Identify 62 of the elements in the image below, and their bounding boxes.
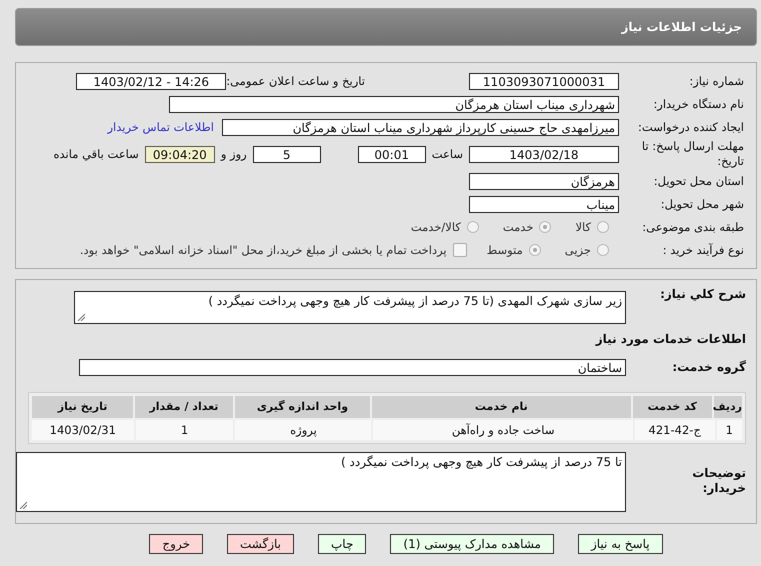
buyer-notes-field: تا 75 درصد از پیشرفت کار هیچ وجهی پرداخت نمیگردد ): [16, 452, 626, 512]
table-cell: 1: [716, 420, 742, 440]
field-label: شهر محل تحویل:: [660, 197, 745, 211]
province-field: هرمزگان: [469, 172, 619, 190]
time-label: ساعت: [432, 147, 463, 161]
resize-grip-icon[interactable]: [19, 501, 27, 509]
city-field: میناب: [469, 196, 619, 212]
table-cell: پروژه: [235, 420, 372, 440]
table-cell: ج-42-421: [634, 420, 715, 440]
radio-label: متوسط: [486, 243, 523, 257]
table-cell: 1: [136, 420, 234, 440]
action-button[interactable]: چاپ: [318, 534, 366, 554]
field-label: توضیحات خریدار:: [691, 466, 746, 496]
field-label: مهلت ارسال پاسخ: تا تاریخ:: [640, 139, 745, 169]
action-button[interactable]: خروج: [149, 534, 203, 554]
days-field: 5: [252, 146, 321, 162]
field-label: طبقه بندی موضوعی:: [641, 220, 745, 234]
radio-label: کالا/خدمت: [410, 220, 461, 234]
resize-grip-icon[interactable]: [77, 313, 85, 321]
creator-field: میرزامهدی حاج حسینی کارپرداز شهرداری میناب استان هرمزگان: [222, 118, 619, 136]
service-group-field: ساختمان: [79, 358, 626, 376]
radio-label: خدمت: [502, 220, 534, 234]
section-heading: اطلاعات خدمات مورد نیاز: [594, 332, 746, 346]
checkbox[interactable]: [452, 243, 467, 257]
field-label: گروه خدمت:: [671, 360, 746, 374]
radio-button[interactable]: [528, 244, 541, 256]
field-label: تاریخ و ساعت اعلان عمومی:: [226, 74, 365, 88]
column-header: ردیف: [714, 396, 742, 418]
field-label: ایجاد کننده درخواست:: [637, 120, 745, 134]
deadline-date-field: 1403/02/18: [469, 146, 619, 162]
contact-link[interactable]: اطلاعات تماس خریدار: [107, 120, 214, 134]
column-header: تاریخ نیاز: [32, 396, 134, 418]
page-title: جزئیات اطلاعات نیاز: [621, 20, 742, 34]
need-number-field: 1103093071000031: [469, 72, 619, 90]
field-label: نام دستگاه خریدار:: [652, 97, 745, 111]
action-button[interactable]: پاسخ به نیاز: [578, 534, 663, 554]
checkbox-label: پرداخت تمام یا بخشی از مبلغ خرید،از محل "اسناد خزانه اسلامی" خواهد بود.: [80, 243, 447, 257]
column-header: واحد اندازه گیری: [234, 396, 370, 418]
radio-button[interactable]: [539, 221, 552, 233]
action-button[interactable]: بازگشت: [227, 534, 294, 554]
column-header: تعداد / مقدار: [135, 396, 233, 418]
radio-button[interactable]: [466, 221, 479, 233]
column-header: نام خدمت: [372, 396, 631, 418]
column-header: کد خدمت: [632, 396, 712, 418]
table-cell: 1403/02/31: [32, 420, 134, 440]
radio-label: جزیی: [564, 243, 591, 257]
field-label: شرح کلي نیاز:: [659, 287, 746, 301]
days-label: روز و: [220, 147, 247, 161]
announce-date-field: 1403/02/12 - 14:26: [76, 72, 226, 90]
table-cell: ساخت جاده و راه‌آهن: [373, 420, 633, 440]
description-field: زیر سازی شهرک المهدی (تا 75 درصد از پیشرفت کار هیچ وجهی پرداخت نمیگردد ): [74, 291, 626, 324]
action-button[interactable]: مشاهده مدارک پیوستی (1): [390, 534, 554, 554]
deadline-time-field: 00:01: [358, 146, 426, 162]
radio-label: کالا: [575, 220, 591, 234]
radio-button[interactable]: [597, 221, 609, 233]
field-label: نوع فرآیند خرید :: [662, 243, 745, 257]
buyer-org-field: شهرداری میناب استان هرمزگان: [169, 96, 619, 112]
remaining-label: ساعت باقي مانده: [54, 147, 139, 161]
radio-button[interactable]: [597, 244, 609, 256]
field-label: استان محل تحویل:: [652, 174, 745, 188]
remaining-time-field: 09:04:20: [144, 146, 215, 162]
field-label: شماره نیاز:: [688, 74, 745, 88]
